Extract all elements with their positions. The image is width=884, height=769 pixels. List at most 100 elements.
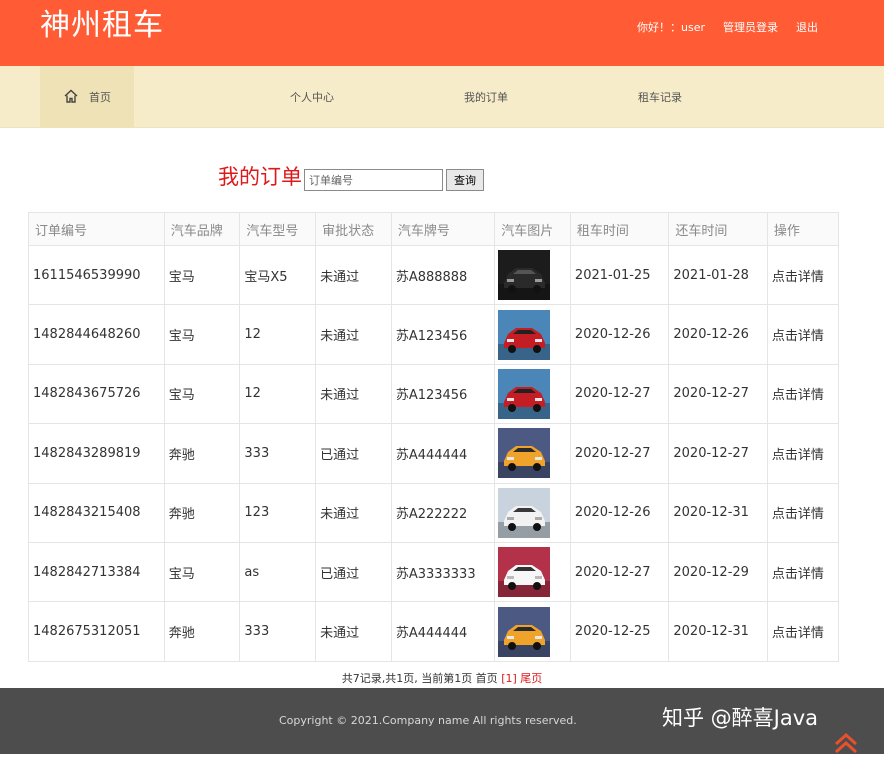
cell-brand: 宝马 [163, 363, 241, 425]
cell-action[interactable]: 点击详情 [766, 482, 840, 543]
cell-action[interactable]: 点击详情 [766, 423, 840, 484]
cell-plate: 苏A3333333 [390, 541, 496, 603]
cell-model: 123 [239, 482, 317, 543]
cell-brand: 宝马 [163, 541, 241, 603]
cell-brand: 宝马 [163, 304, 241, 365]
cell-action[interactable]: 点击详情 [766, 244, 840, 306]
cell-order-no: 1611546539990 [28, 244, 165, 306]
pagination-current-page[interactable]: [1] [501, 672, 517, 685]
pagination: 共7记录,共1页, 当前第1页 首页 [1] 尾页 [0, 671, 884, 687]
column-header-rent-date: 租车时间 [569, 212, 670, 246]
nav-item-home[interactable]: 首页 [40, 66, 134, 128]
cell-action[interactable]: 点击详情 [766, 304, 840, 365]
table-row: 1611546539990 宝马 宝马X5 未通过 苏A888888 2021-01-25… [28, 244, 840, 306]
cell-order-no: 1482675312051 [28, 601, 165, 662]
cell-status: 已通过 [315, 541, 392, 603]
table-row: 1482843289819 奔驰 333 已通过 苏A444444 2020-12-27 2… [28, 423, 840, 484]
nav-item-my-orders[interactable]: 我的订单 [464, 66, 508, 128]
cell-return-date: 2020-12-31 [668, 482, 768, 543]
cell-plate: 苏A123456 [390, 304, 496, 365]
cell-action[interactable]: 点击详情 [766, 363, 840, 425]
cell-return-date: 2021-01-28 [668, 244, 768, 306]
table-row: 1482675312051 奔驰 333 未通过 苏A444444 2020-12-25 2… [28, 601, 840, 662]
column-header-order-no: 订单编号 [28, 212, 165, 246]
column-header-brand: 汽车品牌 [163, 212, 241, 246]
search-button[interactable]: 查询 [446, 169, 484, 191]
cell-image [494, 423, 571, 484]
cell-model: 12 [239, 363, 317, 425]
cell-status: 未通过 [315, 482, 392, 543]
cell-order-no: 1482843215408 [28, 482, 165, 543]
column-header-return-date: 还车时间 [668, 212, 768, 246]
site-logo[interactable]: 神州租车 [40, 6, 164, 46]
cell-rent-date: 2020-12-25 [569, 601, 670, 662]
cell-plate: 苏A444444 [390, 423, 496, 484]
cell-return-date: 2020-12-27 [668, 363, 768, 425]
cell-brand: 奔驰 [163, 423, 241, 484]
nav-item-personal-center[interactable]: 个人中心 [290, 66, 334, 128]
car-thumbnail[interactable] [498, 428, 551, 479]
main-nav: 首页 个人中心 我的订单 租车记录 [0, 66, 884, 128]
cell-model: 333 [239, 601, 317, 662]
cell-status: 未通过 [315, 244, 392, 306]
table-body: 1611546539990 宝马 宝马X5 未通过 苏A888888 2021-01-25… [28, 244, 840, 662]
cell-rent-date: 2020-12-27 [569, 363, 670, 425]
cell-brand: 奔驰 [163, 482, 241, 543]
column-header-image: 汽车图片 [494, 212, 571, 246]
cell-status: 未通过 [315, 601, 392, 662]
pagination-last-page[interactable]: 尾页 [520, 672, 542, 685]
cell-rent-date: 2020-12-26 [569, 482, 670, 543]
cell-rent-date: 2021-01-25 [569, 244, 670, 306]
column-header-model: 汽车型号 [239, 212, 317, 246]
cell-plate: 苏A222222 [390, 482, 496, 543]
car-thumbnail[interactable] [498, 368, 551, 419]
cell-image [494, 363, 571, 425]
admin-login-link[interactable]: 管理员登录 [723, 20, 778, 36]
copyright-text: Copyright © 2021.Company name All rights… [279, 714, 577, 727]
logout-link[interactable]: 退出 [796, 20, 818, 36]
page-title: 我的订单 [218, 165, 302, 189]
table-row: 1482843675726 宝马 12 未通过 苏A123456 2020-12-27 20… [28, 363, 840, 425]
car-thumbnail[interactable] [498, 250, 551, 301]
table-header-row: 订单编号 汽车品牌 汽车型号 审批状态 汽车牌号 汽车图片 租车时间 还车时间 … [28, 212, 840, 246]
car-thumbnail[interactable] [498, 547, 551, 598]
cell-image [494, 304, 571, 365]
home-icon [63, 88, 79, 107]
cell-status: 未通过 [315, 363, 392, 425]
nav-home-label: 首页 [89, 91, 111, 104]
car-thumbnail[interactable] [498, 606, 551, 657]
cell-rent-date: 2020-12-26 [569, 304, 670, 365]
cell-status: 未通过 [315, 304, 392, 365]
watermark-text: 知乎 @醉喜Java [662, 706, 819, 730]
cell-model: as [239, 541, 317, 603]
cell-action[interactable]: 点击详情 [766, 541, 840, 603]
cell-rent-date: 2020-12-27 [569, 423, 670, 484]
cell-image [494, 541, 571, 603]
user-links: 你好！：user 管理员登录 退出 [637, 20, 818, 36]
cell-brand: 宝马 [163, 244, 241, 306]
cell-order-no: 1482842713384 [28, 541, 165, 603]
cell-brand: 奔驰 [163, 601, 241, 662]
cell-return-date: 2020-12-26 [668, 304, 768, 365]
order-number-search-input[interactable] [304, 169, 443, 191]
cell-status: 已通过 [315, 423, 392, 484]
cell-model: 12 [239, 304, 317, 365]
cell-return-date: 2020-12-29 [668, 541, 768, 603]
cell-plate: 苏A123456 [390, 363, 496, 425]
chevron-up-icon[interactable] [831, 730, 861, 756]
car-thumbnail[interactable] [498, 309, 551, 360]
cell-image [494, 601, 571, 662]
user-greeting: 你好！：user [637, 21, 705, 34]
table-row: 1482844648260 宝马 12 未通过 苏A123456 2020-12-26 20… [28, 304, 840, 365]
column-header-plate: 汽车牌号 [390, 212, 496, 246]
cell-return-date: 2020-12-27 [668, 423, 768, 484]
site-footer: Copyright © 2021.Company name All rights… [0, 688, 884, 754]
orders-table: 订单编号 汽车品牌 汽车型号 审批状态 汽车牌号 汽车图片 租车时间 还车时间 … [28, 212, 840, 662]
cell-model: 333 [239, 423, 317, 484]
cell-order-no: 1482844648260 [28, 304, 165, 365]
car-thumbnail[interactable] [498, 487, 551, 538]
cell-order-no: 1482843675726 [28, 363, 165, 425]
cell-rent-date: 2020-12-27 [569, 541, 670, 603]
nav-item-rental-records[interactable]: 租车记录 [638, 66, 682, 128]
cell-action[interactable]: 点击详情 [766, 601, 840, 662]
